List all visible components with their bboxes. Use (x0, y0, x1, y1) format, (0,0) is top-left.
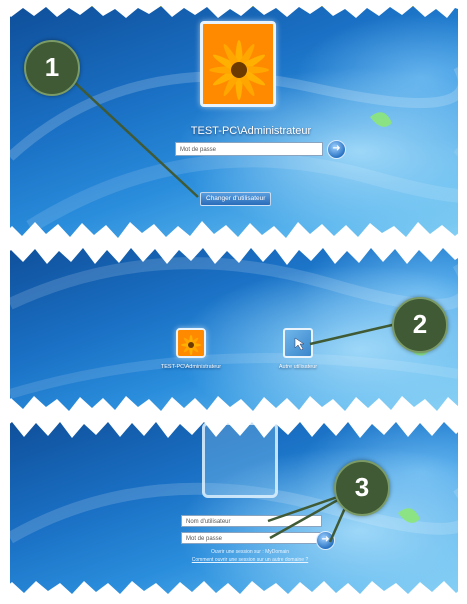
callout-1-line (71, 79, 199, 198)
callout-2-line (309, 320, 406, 346)
callout-lines (71, 79, 406, 543)
callout-1: 1 (24, 40, 80, 96)
callout-3: 3 (334, 460, 390, 516)
callout-2: 2 (392, 297, 448, 353)
